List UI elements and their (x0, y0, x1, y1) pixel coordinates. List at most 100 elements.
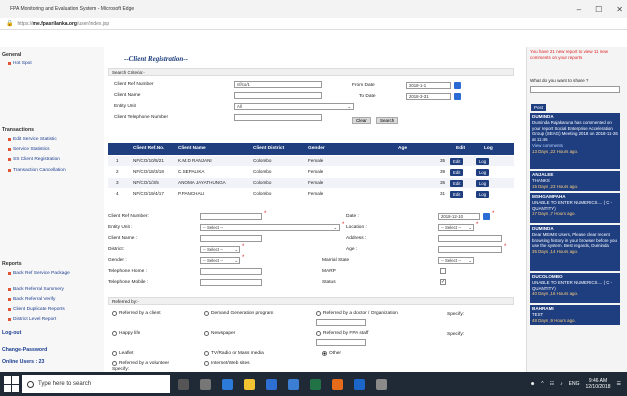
feed-item[interactable]: DUMINDA Duminda Rajakaruna has commented… (530, 113, 620, 169)
form-entity-unit-select[interactable]: -- Select -- ⌄ (200, 224, 340, 231)
word-icon[interactable] (288, 378, 299, 390)
logout-link[interactable]: Log-out (2, 330, 21, 336)
post-button[interactable]: Post (531, 104, 547, 111)
volume-icon[interactable]: ♪ (560, 381, 563, 387)
status-checkbox[interactable]: ✓ (440, 279, 446, 285)
form-age-input[interactable] (438, 246, 502, 253)
store-icon[interactable] (266, 378, 277, 390)
log-button[interactable]: Log (476, 191, 490, 198)
language-indicator[interactable]: ENG (569, 381, 580, 387)
to-date-input[interactable] (406, 93, 451, 100)
radio-internet[interactable]: Internet/Web sites (204, 361, 250, 366)
windows-start-icon[interactable] (4, 376, 20, 392)
feed-body: UNABLE TO ENTER NUMERICS.... ( C - QUANT… (532, 279, 613, 291)
taskbar-search[interactable]: Type here to search (22, 375, 170, 393)
calendar-icon[interactable] (454, 82, 461, 89)
entity-unit-select[interactable]: All ⌄ (234, 103, 354, 110)
change-password-link[interactable]: Change-Password (2, 347, 47, 353)
outlook-icon[interactable] (354, 378, 365, 390)
chevron-up-icon[interactable]: ^ (541, 381, 543, 387)
file-explorer-icon[interactable] (244, 378, 255, 390)
bullet-icon (8, 158, 11, 161)
firefox-icon[interactable] (332, 378, 343, 390)
edit-button[interactable]: Edit (450, 158, 464, 165)
feed-item[interactable]: BAHRAMI TEST 48 Days ,9 Hours ago. (530, 305, 620, 325)
doctor-specify-input[interactable] (316, 319, 366, 326)
radio-other[interactable]: Other (322, 351, 341, 356)
from-date-input[interactable] (406, 82, 451, 89)
row-gender: Female (308, 191, 324, 196)
log-button[interactable]: Log (476, 180, 490, 187)
log-button[interactable]: Log (476, 158, 490, 165)
edit-button[interactable]: Edit (450, 180, 464, 187)
client-ref-input[interactable] (234, 81, 322, 88)
client-name-input[interactable] (234, 92, 322, 99)
form-client-ref-input[interactable] (200, 213, 262, 220)
log-button[interactable]: Log (476, 169, 490, 176)
clock[interactable]: 9:46 AM 12/10/2018 (585, 378, 610, 390)
sidebar-item-district-level-report[interactable]: District Level Report (8, 317, 56, 322)
maximize-button[interactable]: ☐ (595, 5, 602, 14)
form-marital-select[interactable]: -- Select -- ⌄ (438, 257, 474, 264)
radio-tv-radio[interactable]: TV/Radio or Mass media (204, 351, 264, 356)
col-header-district: Client District (253, 146, 285, 151)
task-view-icon[interactable] (200, 378, 211, 390)
feed-item[interactable]: MSHGAMPAHA UNABLE TO ENTER NUMERICS.... … (530, 193, 620, 223)
sidebar-item-back-ref-service-package[interactable]: Back Ref Service Package (8, 271, 70, 276)
form-gender-select[interactable]: -- Select -- ⌄ (200, 257, 240, 264)
sidebar-item-hot-spot[interactable]: Hot Spot (8, 61, 32, 66)
sidebar-item-service-statistics[interactable]: Service Statistics (8, 147, 50, 152)
radio-leaflet[interactable]: Leaflet (112, 351, 133, 356)
sidebar-item-label: Back Referral Verify (13, 297, 56, 302)
radio-newspaper[interactable]: Newspaper (204, 331, 235, 336)
sidebar-item-client-duplicate-reports[interactable]: Client Duplicate Reports (8, 307, 65, 312)
form-date-input[interactable] (438, 213, 480, 220)
form-client-name-input[interactable] (200, 235, 262, 242)
edge-icon[interactable] (222, 378, 233, 390)
fpa-staff-specify-input[interactable] (316, 339, 366, 346)
radio-referred-by-doctor[interactable]: Referred by a doctor / Organization (316, 311, 398, 316)
edit-button[interactable]: Edit (450, 191, 464, 198)
calendar-icon[interactable] (483, 213, 490, 220)
feed-item[interactable]: DUCOLOMBO UNABLE TO ENTER NUMERICS.... (… (530, 273, 620, 303)
client-tel-input[interactable] (234, 114, 322, 121)
feed-time: 13 Days ,22 Hours ago. (532, 148, 579, 154)
mic-icon[interactable] (178, 378, 189, 390)
excel-icon[interactable] (310, 378, 321, 390)
form-address-input[interactable] (438, 235, 502, 242)
radio-happy-life[interactable]: Happy life (112, 331, 140, 336)
col-header-gender: Gender (308, 146, 325, 151)
url-text[interactable]: https://me.fpasrilanka.org/user/index.js… (17, 21, 109, 27)
close-button[interactable]: ✕ (616, 5, 623, 14)
radio-referred-by-client[interactable]: Referred by a client (112, 311, 161, 316)
search-button[interactable]: Search (376, 117, 399, 124)
clear-button[interactable]: Clear (352, 117, 371, 124)
radio-icon (112, 331, 117, 336)
sidebar-item-transaction-cancellation[interactable]: Transaction Cancellation (8, 168, 66, 173)
people-icon[interactable]: ☻ (530, 381, 535, 387)
marp-checkbox[interactable] (440, 268, 446, 274)
share-input[interactable] (530, 86, 620, 93)
form-telephone-home-input[interactable] (200, 268, 262, 275)
form-location-select[interactable]: -- Select -- ⌄ (438, 224, 474, 231)
calendar-icon[interactable] (454, 93, 461, 100)
new-reports-alert[interactable]: You have 21 new report to view 11 new co… (530, 49, 622, 61)
edit-button[interactable]: Edit (450, 169, 464, 176)
form-telephone-mobile-input[interactable] (200, 279, 262, 286)
radio-referred-by-volunteer[interactable]: Referred by a volunteer (112, 361, 169, 366)
minimize-button[interactable]: – (577, 5, 581, 14)
form-district-select[interactable]: -- Select -- ⌄ (200, 246, 240, 253)
feed-item[interactable]: ANJALEE THANKS 15 Days ,23 Hours ago. (530, 171, 620, 191)
sidebar-item-back-referral-summery[interactable]: Back Referral Summery (8, 287, 64, 292)
notifications-icon[interactable]: ☰ (617, 381, 621, 387)
address-bar[interactable]: 🔒 https://me.fpasrilanka.org/user/index.… (0, 18, 627, 30)
settings-icon[interactable] (376, 378, 387, 390)
sidebar-item-ss-client-registration[interactable]: SS Client Registration (8, 157, 60, 162)
sidebar-item-back-referral-verify[interactable]: Back Referral Verify (8, 297, 55, 302)
radio-label: Demand Generation program (211, 311, 274, 316)
sidebar-item-edit-service-statistic[interactable]: Edit Service Statistic (8, 137, 57, 142)
network-icon[interactable]: ☷ (550, 381, 554, 387)
radio-demand-generation[interactable]: Demand Generation program (204, 311, 273, 316)
radio-referred-by-fpa-staff[interactable]: Referred by FPA staff (316, 331, 368, 336)
feed-item[interactable]: DUMINDA Dear MEIMS Users, Please clear r… (530, 225, 620, 271)
